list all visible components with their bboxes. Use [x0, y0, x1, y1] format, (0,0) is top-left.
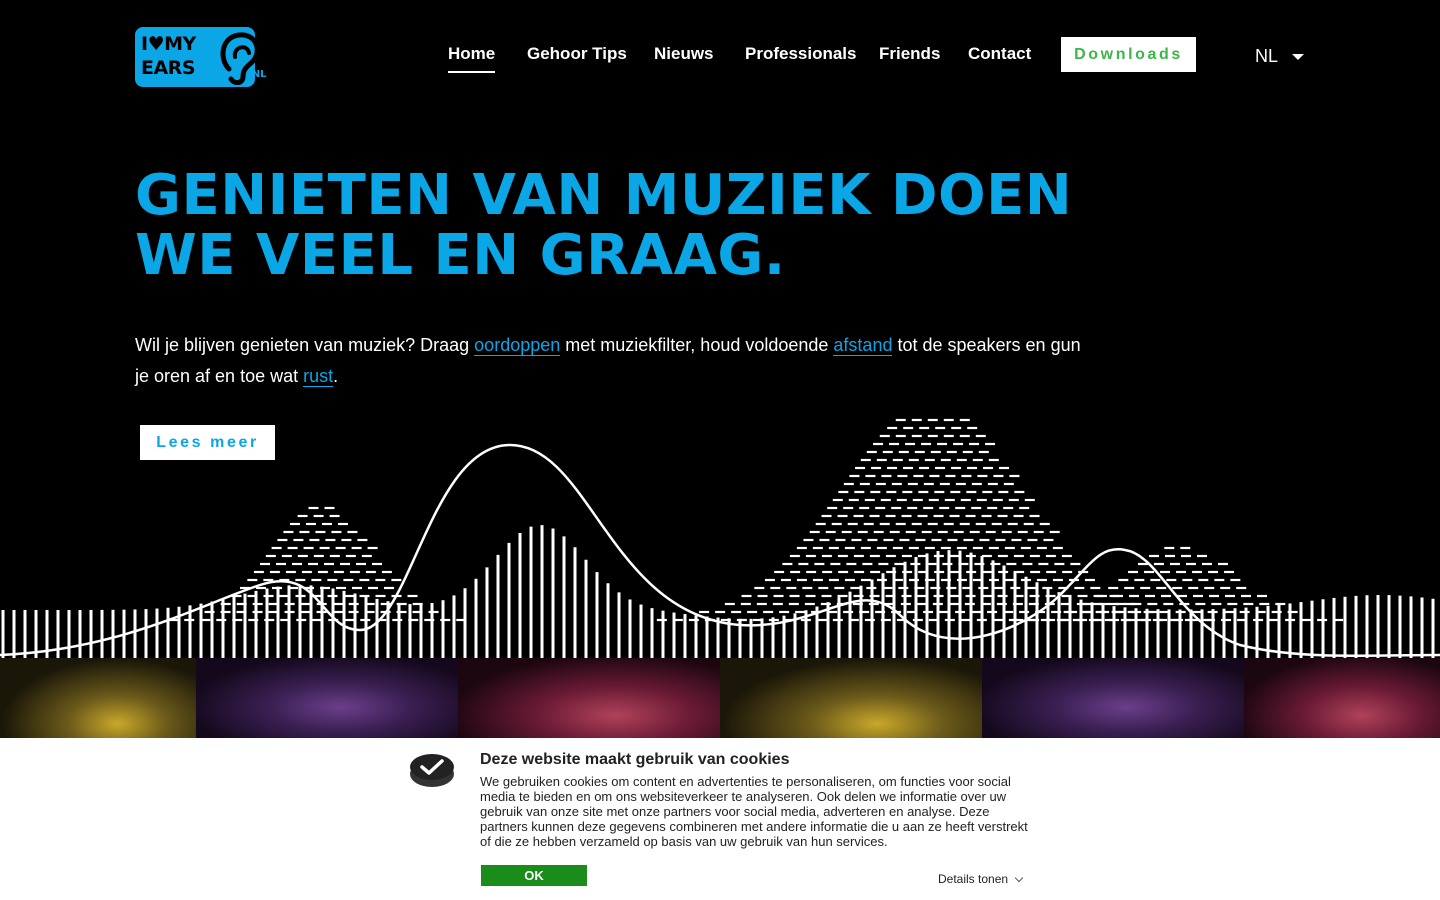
site-logo[interactable]: I♥MY EARS .NL [135, 27, 267, 87]
cookie-consent-icon [410, 754, 454, 787]
logo-line1: I♥MY [141, 33, 196, 55]
photo-listener-magenta [458, 658, 720, 740]
nav-home[interactable]: Home [448, 44, 496, 73]
hero-title: GENIETEN VAN MUZIEK DOEN WE VEEL EN GRAA… [135, 166, 1095, 286]
hero-intro: Wil je blijven genieten van muziek? Draa… [135, 335, 1081, 387]
photo-listener-yellow [0, 658, 196, 740]
nav-friends[interactable]: Friends [879, 44, 940, 64]
wave-bars [1, 525, 1435, 660]
cookie-description: We gebruiken cookies om content en adver… [480, 774, 1028, 849]
downloads-button[interactable]: Downloads [1061, 37, 1196, 72]
link-afstand[interactable]: afstand [833, 335, 893, 356]
photo-listener-yellow [720, 658, 982, 740]
nav-contact[interactable]: Contact [968, 44, 1031, 64]
wave-dashed-hills [168, 418, 1344, 622]
language-selector[interactable]: NL [1255, 46, 1305, 67]
chevron-down-icon [1014, 873, 1024, 882]
nav-gehoor-tips[interactable]: Gehoor Tips [527, 44, 627, 64]
logo-domain-suffix: .NL [248, 69, 267, 80]
link-rust[interactable]: rust [303, 366, 334, 387]
hero-title-line2: WE VEEL EN GRAAG. [135, 223, 786, 288]
cookie-details-toggle[interactable]: Details tonen [938, 872, 1024, 886]
photo-listener-purple [196, 658, 458, 740]
cookie-title: Deze website maakt gebruik van cookies [480, 751, 790, 768]
nav-professionals[interactable]: Professionals [745, 44, 857, 64]
cookie-ok-button[interactable]: OK [481, 865, 587, 886]
photo-strip [0, 658, 1440, 740]
photo-listener-magenta [1244, 658, 1440, 740]
link-oordoppen[interactable]: oordoppen [474, 335, 561, 356]
read-more-button[interactable]: Lees meer [140, 425, 275, 460]
language-label: NL [1255, 46, 1279, 66]
heart-icon: ♥ [147, 33, 165, 55]
hero-title-line1: GENIETEN VAN MUZIEK DOEN [135, 163, 1073, 228]
chevron-down-icon [1292, 53, 1305, 60]
cookie-details-label: Details tonen [938, 872, 1009, 886]
nav-nieuws[interactable]: Nieuws [654, 44, 714, 64]
logo-line2: EARS [141, 57, 196, 79]
photo-listener-purple [982, 658, 1244, 740]
